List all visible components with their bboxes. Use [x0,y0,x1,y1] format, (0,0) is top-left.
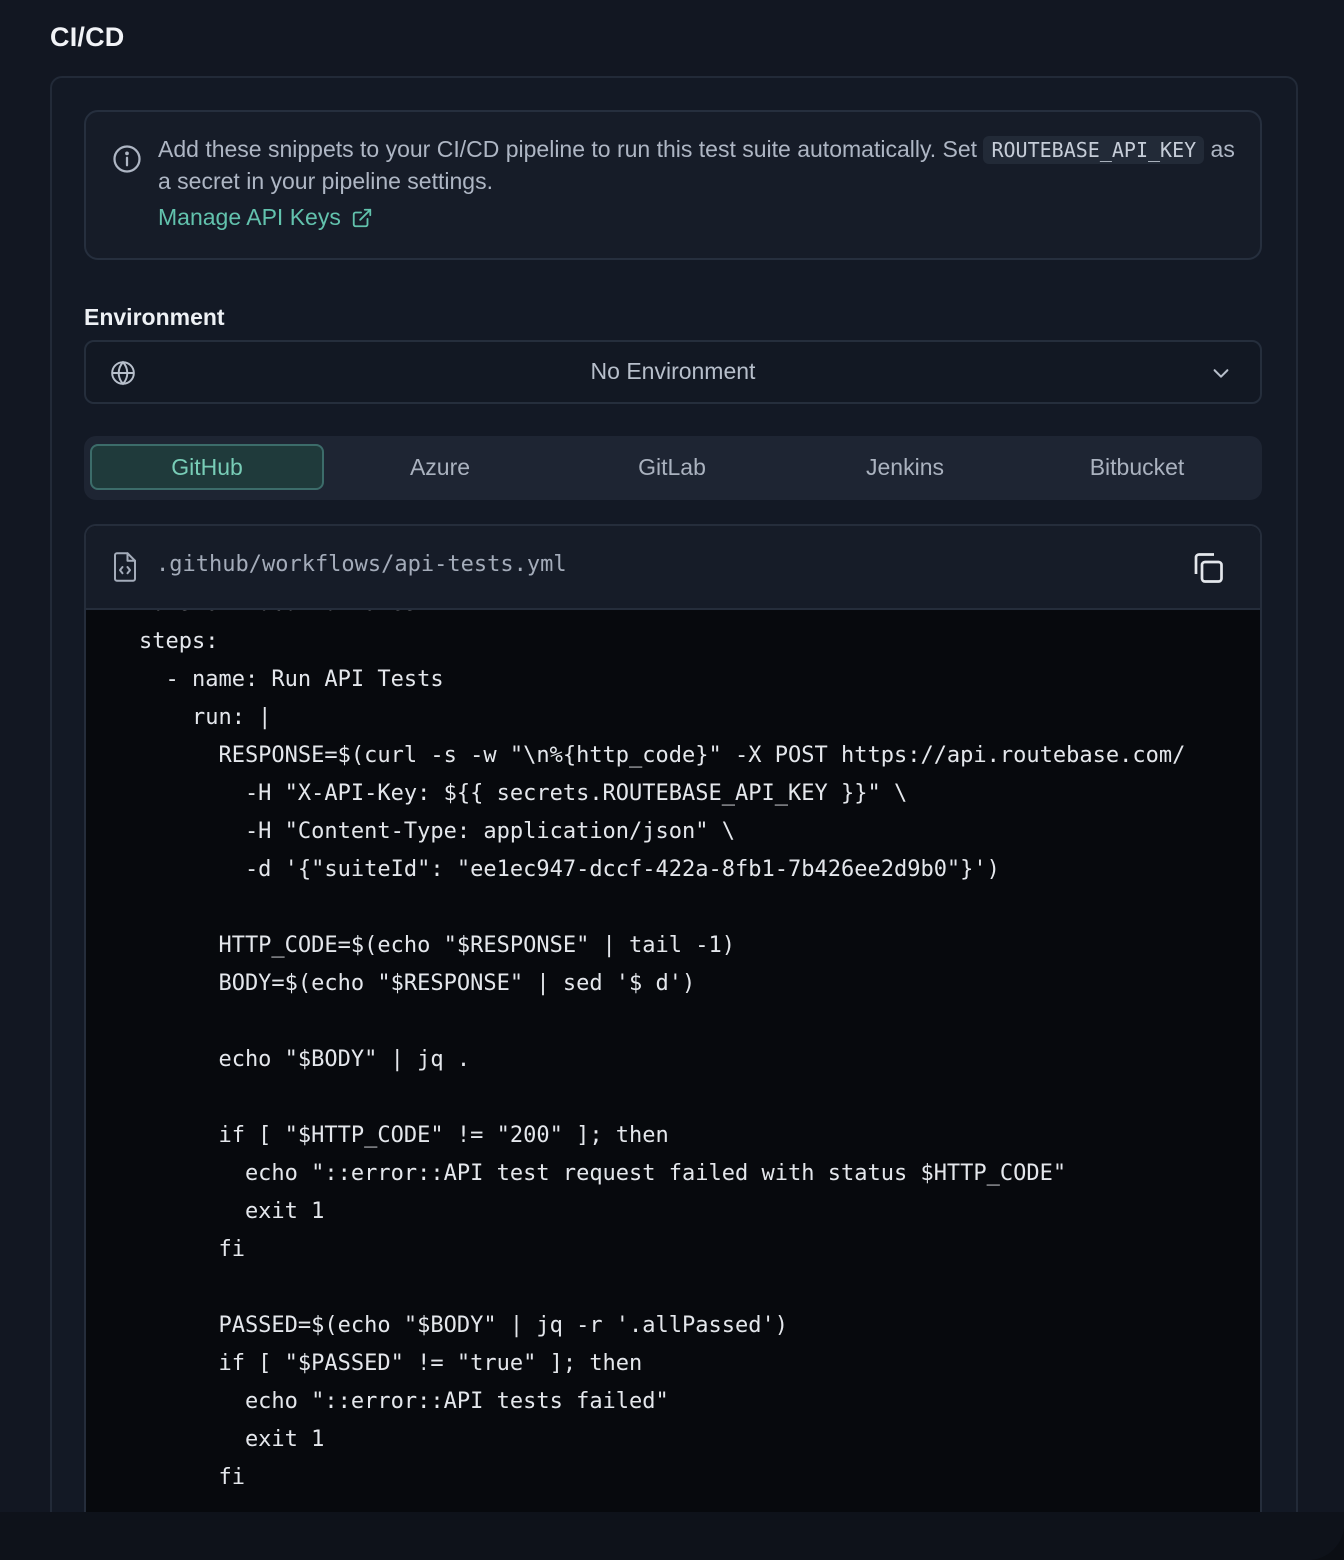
tab-azure[interactable]: Azure [324,444,556,490]
ci-provider-tabs: GitHub Azure GitLab Jenkins Bitbucket [84,436,1262,500]
code-line: - name: Run API Tests [86,667,444,692]
code-line: fi [86,1465,245,1490]
environment-select[interactable]: No Environment [84,340,1262,404]
code-line: exit 1 [86,1199,325,1224]
tab-bitbucket[interactable]: Bitbucket [1021,444,1253,490]
code-line: if [ "$PASSED" != "true" ]; then [86,1351,643,1376]
environment-value: No Environment [590,358,756,384]
code-line: echo "$BODY" | jq . [86,1047,471,1072]
environment-label: Environment [84,304,225,330]
section-title: CI/CD [50,22,125,52]
chevron-down-icon [1213,369,1229,378]
manage-api-keys-label: Manage API Keys [158,204,341,230]
code-line: HTTP_CODE=$(echo "$RESPONSE" | tail -1) [86,933,736,958]
code-snippet-panel: .github/workflows/api-tests.yml runs-on:… [84,524,1262,1560]
code-line: exit 1 [86,1427,325,1452]
app-frame: CI/CD Add these snippets to your CI/CD p… [0,0,1344,1560]
code-line: echo "::error::API test request failed w… [86,1161,1067,1186]
bottom-strip [0,1512,1344,1560]
info-callout: Add these snippets to your CI/CD pipelin… [84,110,1262,260]
code-line: BODY=$(echo "$RESPONSE" | sed '$ d') [86,971,696,996]
info-text: Add these snippets to your CI/CD pipelin… [158,134,1238,197]
info-text-before: Add these snippets to your CI/CD pipelin… [158,136,984,162]
info-icon [113,145,141,173]
code-line: RESPONSE=$(curl -s -w "\n%{http_code}" -… [86,743,1186,768]
code-line: run: | [86,705,272,730]
code-line: if [ "$HTTP_CODE" != "200" ]; then [86,1123,669,1148]
tab-gitlab[interactable]: GitLab [556,444,788,490]
secret-name-chip: ROUTEBASE_API_KEY [983,136,1205,164]
code-line: -d '{"suiteId": "ee1ec947-dccf-422a-8fb1… [86,857,1000,882]
file-path: .github/workflows/api-tests.yml [156,552,567,577]
code-line: -H "X-API-Key: ${{ secrets.ROUTEBASE_API… [86,781,908,806]
code-line: PASSED=$(echo "$BODY" | jq -r '.allPasse… [86,1313,788,1338]
code-body: runs-on: ubuntu-latest steps: - name: Ru… [86,610,1260,1514]
code-line: fi [86,1237,245,1262]
copy-icon[interactable] [1190,550,1226,586]
tab-jenkins[interactable]: Jenkins [789,444,1021,490]
code-line: steps: [86,629,219,654]
code-line: -H "Content-Type: application/json" \ [86,819,736,844]
manage-api-keys-link[interactable]: Manage API Keys [158,204,373,231]
file-code-icon [114,552,136,582]
code-line: runs-on: ubuntu-latest [86,610,430,623]
tab-github[interactable]: GitHub [90,444,324,490]
external-link-icon [352,208,372,227]
code-header: .github/workflows/api-tests.yml [86,526,1260,610]
code-line: echo "::error::API tests failed" [86,1389,669,1414]
